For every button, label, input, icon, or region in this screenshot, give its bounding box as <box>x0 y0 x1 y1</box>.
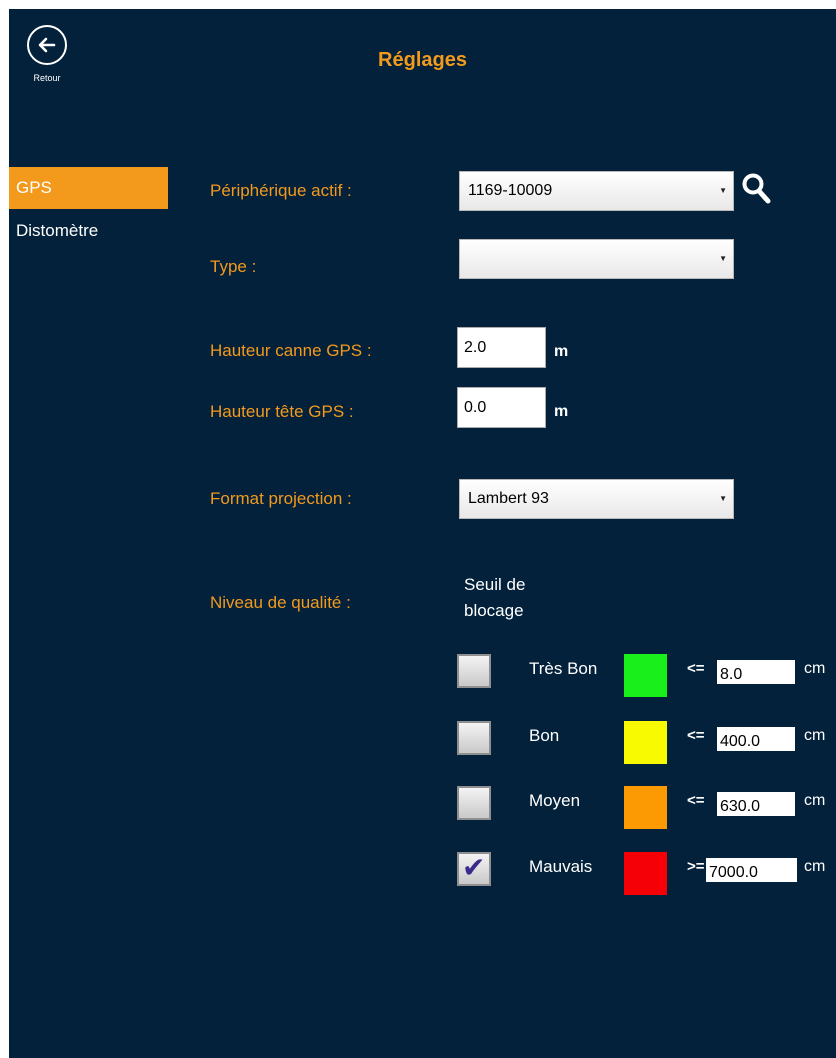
chevron-down-icon: ▼ <box>719 254 727 263</box>
moyen-label: Moyen <box>529 791 581 810</box>
sidebar-item-distometre[interactable]: Distomètre <box>9 209 168 251</box>
search-icon <box>742 173 771 204</box>
moyen-checkbox[interactable] <box>457 786 491 820</box>
type-label: Type : <box>210 257 257 276</box>
type-select[interactable]: ▼ <box>459 239 734 279</box>
mauvais-threshold-input[interactable]: 7000.0 <box>706 858 797 882</box>
settings-window: Retour Réglages GPS Distomètre Périphéri… <box>9 9 836 1058</box>
mauvais-label: Mauvais <box>529 857 593 876</box>
chevron-down-icon: ▼ <box>719 186 727 195</box>
projection-select[interactable]: Lambert 93 ▼ <box>459 479 734 519</box>
bon-threshold-input[interactable]: 400.0 <box>717 727 795 751</box>
tres-bon-color-swatch <box>624 654 667 697</box>
bon-unit: cm <box>804 727 826 744</box>
pole-height-label: Hauteur canne GPS : <box>210 341 372 360</box>
moyen-color-swatch <box>624 786 667 829</box>
quality-row-tres-bon: Très Bon <= 8.0 cm <box>9 654 836 702</box>
threshold-title: Seuil de blocage <box>464 572 525 624</box>
head-height-input[interactable]: 0.0 <box>457 387 546 428</box>
checkmark-icon: ✔ <box>462 852 486 883</box>
moyen-operator: <= <box>687 792 705 809</box>
projection-label: Format projection : <box>210 489 352 508</box>
threshold-title-line1: Seuil de <box>464 575 526 594</box>
mauvais-color-swatch <box>624 852 667 895</box>
head-height-label: Hauteur tête GPS : <box>210 402 354 421</box>
tres-bon-operator: <= <box>687 660 705 677</box>
mauvais-unit: cm <box>804 858 826 875</box>
bon-color-swatch <box>624 721 667 764</box>
moyen-unit: cm <box>804 792 826 809</box>
search-button[interactable] <box>739 169 775 209</box>
mauvais-operator: >= <box>687 858 705 875</box>
bon-checkbox[interactable] <box>457 721 491 755</box>
sidebar-item-gps[interactable]: GPS <box>9 167 168 209</box>
threshold-title-line2: blocage <box>464 601 524 620</box>
moyen-threshold-input[interactable]: 630.0 <box>717 792 795 816</box>
mauvais-checkbox[interactable]: ✔ <box>457 852 491 886</box>
page-title: Réglages <box>378 49 467 71</box>
head-height-unit: m <box>554 403 569 420</box>
tres-bon-unit: cm <box>804 660 826 677</box>
projection-value: Lambert 93 <box>468 490 549 507</box>
tres-bon-checkbox[interactable] <box>457 654 491 688</box>
quality-row-bon: Bon <= 400.0 cm <box>9 721 836 769</box>
chevron-down-icon: ▼ <box>719 494 727 503</box>
quality-row-mauvais: ✔ Mauvais >= 7000.0 cm <box>9 852 836 900</box>
bon-label: Bon <box>529 726 560 745</box>
pole-height-input[interactable]: 2.0 <box>457 327 546 368</box>
quality-level-label: Niveau de qualité : <box>210 593 351 612</box>
active-device-select[interactable]: 1169-10009 ▼ <box>459 171 734 211</box>
bon-operator: <= <box>687 727 705 744</box>
pole-height-unit: m <box>554 343 569 360</box>
tres-bon-label: Très Bon <box>529 659 598 678</box>
quality-row-moyen: Moyen <= 630.0 cm <box>9 786 836 834</box>
active-device-value: 1169-10009 <box>468 182 553 199</box>
tres-bon-threshold-input[interactable]: 8.0 <box>717 660 795 684</box>
back-label: Retour <box>33 73 61 83</box>
active-device-label: Périphérique actif : <box>210 181 352 200</box>
